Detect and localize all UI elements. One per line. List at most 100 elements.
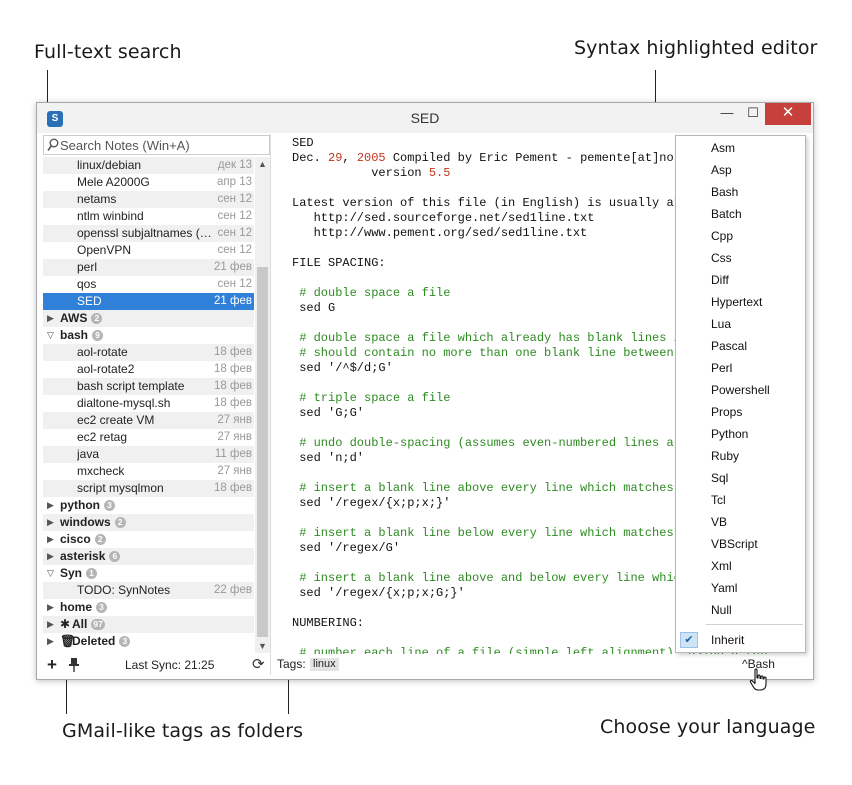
note-row[interactable]: ec2 create VM 27 янв — [43, 412, 254, 429]
note-title: openssl subjaltnames (S... — [77, 226, 213, 240]
code-text: sed '/regex/G' — [292, 541, 401, 555]
language-option-sql[interactable]: Sql — [676, 467, 805, 489]
folder-row[interactable]: ▽ bash 9 — [43, 327, 254, 344]
note-row[interactable]: dialtone-mysql.sh 18 фев — [43, 395, 254, 412]
language-option-pascal[interactable]: Pascal — [676, 335, 805, 357]
notes-scrollbar[interactable]: ▲ ▼ — [255, 157, 270, 653]
note-row[interactable]: ec2 retag 27 янв — [43, 429, 254, 446]
note-row[interactable]: java 11 фев — [43, 446, 254, 463]
language-option-vbscript[interactable]: VBScript — [676, 533, 805, 555]
folder-row[interactable]: ▶ windows 2 — [43, 514, 254, 531]
language-option-vb[interactable]: VB — [676, 511, 805, 533]
folder-count-badge: 3 — [119, 636, 131, 648]
folder-row[interactable]: ▶ AWS 2 — [43, 310, 254, 327]
notes-footer: + Last Sync: 21:25 ⟳ — [43, 655, 271, 675]
folder-title: home — [60, 600, 93, 614]
note-row[interactable]: linux/debian дек 13 — [43, 157, 254, 174]
collapsed-arrow-icon[interactable]: ▶ — [47, 616, 60, 633]
folder-row[interactable]: ▶ 🗑Deleted 3 — [43, 633, 254, 650]
language-option-powershell[interactable]: Powershell — [676, 379, 805, 401]
note-row[interactable]: openssl subjaltnames (S... сен 12 — [43, 225, 254, 242]
note-row[interactable]: netams сен 12 — [43, 191, 254, 208]
sync-refresh-icon[interactable]: ⟳ — [252, 655, 265, 675]
folder-row[interactable]: ▶ ✱ All 97 — [43, 616, 254, 633]
language-option-xml[interactable]: Xml — [676, 555, 805, 577]
note-title: bash script template — [77, 379, 185, 393]
close-button[interactable]: ✕ — [765, 103, 811, 125]
language-option-python[interactable]: Python — [676, 423, 805, 445]
language-option-ruby[interactable]: Ruby — [676, 445, 805, 467]
folder-row[interactable]: ▶ home 3 — [43, 599, 254, 616]
folder-title: python — [60, 498, 100, 512]
language-option-null[interactable]: Null — [676, 599, 805, 621]
note-date: 11 фев — [214, 448, 252, 460]
collapsed-arrow-icon[interactable]: ▶ — [47, 531, 60, 548]
folder-title: All — [72, 617, 88, 631]
callout-choose-language: Choose your language — [600, 716, 816, 738]
language-option-hypertext[interactable]: Hypertext — [676, 291, 805, 313]
note-row[interactable]: TODO: SynNotes 22 фев — [43, 582, 254, 599]
add-note-icon[interactable]: + — [47, 655, 57, 675]
code-text: http://www.pement.org/sed/sed1line.txt — [292, 226, 588, 240]
language-option-cpp[interactable]: Cpp — [676, 225, 805, 247]
scroll-down-icon[interactable]: ▼ — [255, 639, 270, 653]
checkmark-icon: ✔ — [680, 632, 698, 648]
collapsed-arrow-icon[interactable]: ▶ — [47, 633, 60, 650]
note-row[interactable]: OpenVPN сен 12 — [43, 242, 254, 259]
expanded-arrow-icon[interactable]: ▽ — [47, 327, 60, 344]
note-row[interactable]: script mysqlmon 18 фев — [43, 480, 254, 497]
scroll-up-icon[interactable]: ▲ — [255, 157, 270, 171]
language-option-props[interactable]: Props — [676, 401, 805, 423]
note-row[interactable]: ntlm winbind сен 12 — [43, 208, 254, 225]
note-title: aol-rotate2 — [77, 362, 135, 376]
minimize-button[interactable]: — — [713, 103, 741, 125]
folder-row[interactable]: ▶ python 3 — [43, 497, 254, 514]
language-option-inherit[interactable]: ✔ Inherit — [676, 629, 805, 651]
language-option-bash[interactable]: Bash — [676, 181, 805, 203]
expanded-arrow-icon[interactable]: ▽ — [47, 565, 60, 582]
scroll-thumb[interactable] — [257, 267, 268, 637]
collapsed-arrow-icon[interactable]: ▶ — [47, 599, 60, 616]
note-row[interactable]: bash script template 18 фев — [43, 378, 254, 395]
tag-chip[interactable]: linux — [310, 658, 339, 671]
note-row[interactable]: aol-rotate 18 фев — [43, 344, 254, 361]
note-row[interactable]: Mele A2000G апр 13 — [43, 174, 254, 191]
note-date: 21 фев — [214, 295, 252, 307]
collapsed-arrow-icon[interactable]: ▶ — [47, 497, 60, 514]
note-row[interactable]: perl 21 фев — [43, 259, 254, 276]
language-option-asm[interactable]: Asm — [676, 137, 805, 159]
collapsed-arrow-icon[interactable]: ▶ — [47, 514, 60, 531]
trash-icon: 🗑 — [60, 634, 76, 648]
language-option-lua[interactable]: Lua — [676, 313, 805, 335]
language-option-tcl[interactable]: Tcl — [676, 489, 805, 511]
language-option-perl[interactable]: Perl — [676, 357, 805, 379]
note-row[interactable]: aol-rotate2 18 фев — [43, 361, 254, 378]
search-input[interactable] — [60, 137, 265, 153]
asterisk-icon: ✱ — [60, 617, 71, 631]
note-date: сен 12 — [217, 210, 252, 222]
language-option-diff[interactable]: Diff — [676, 269, 805, 291]
note-title: java — [77, 447, 100, 461]
code-text: NUMBERING: — [292, 616, 365, 630]
maximize-button[interactable]: ☐ — [739, 103, 767, 125]
language-option-yaml[interactable]: Yaml — [676, 577, 805, 599]
code-text: sed 'G;G' — [292, 406, 365, 420]
language-option-css[interactable]: Css — [676, 247, 805, 269]
window-title: SED — [410, 110, 440, 126]
folder-row[interactable]: ▶ cisco 2 — [43, 531, 254, 548]
note-row[interactable]: qos сен 12 — [43, 276, 254, 293]
note-row[interactable]: SED 21 фев — [43, 293, 254, 310]
note-row[interactable]: mxcheck 27 янв — [43, 463, 254, 480]
language-option-asp[interactable]: Asp — [676, 159, 805, 181]
folder-row[interactable]: ▶ asterisk 6 — [43, 548, 254, 565]
folder-title: Syn — [60, 566, 83, 580]
folder-title: Deleted — [72, 634, 116, 648]
collapsed-arrow-icon[interactable]: ▶ — [47, 548, 60, 565]
folder-row[interactable]: ▽ Syn 1 — [43, 565, 254, 582]
pin-icon[interactable] — [67, 657, 81, 673]
language-option-batch[interactable]: Batch — [676, 203, 805, 225]
collapsed-arrow-icon[interactable]: ▶ — [47, 310, 60, 327]
note-date: 27 янв — [217, 431, 252, 443]
hand-cursor-icon — [749, 668, 767, 691]
folder-count-badge: 2 — [91, 313, 103, 325]
